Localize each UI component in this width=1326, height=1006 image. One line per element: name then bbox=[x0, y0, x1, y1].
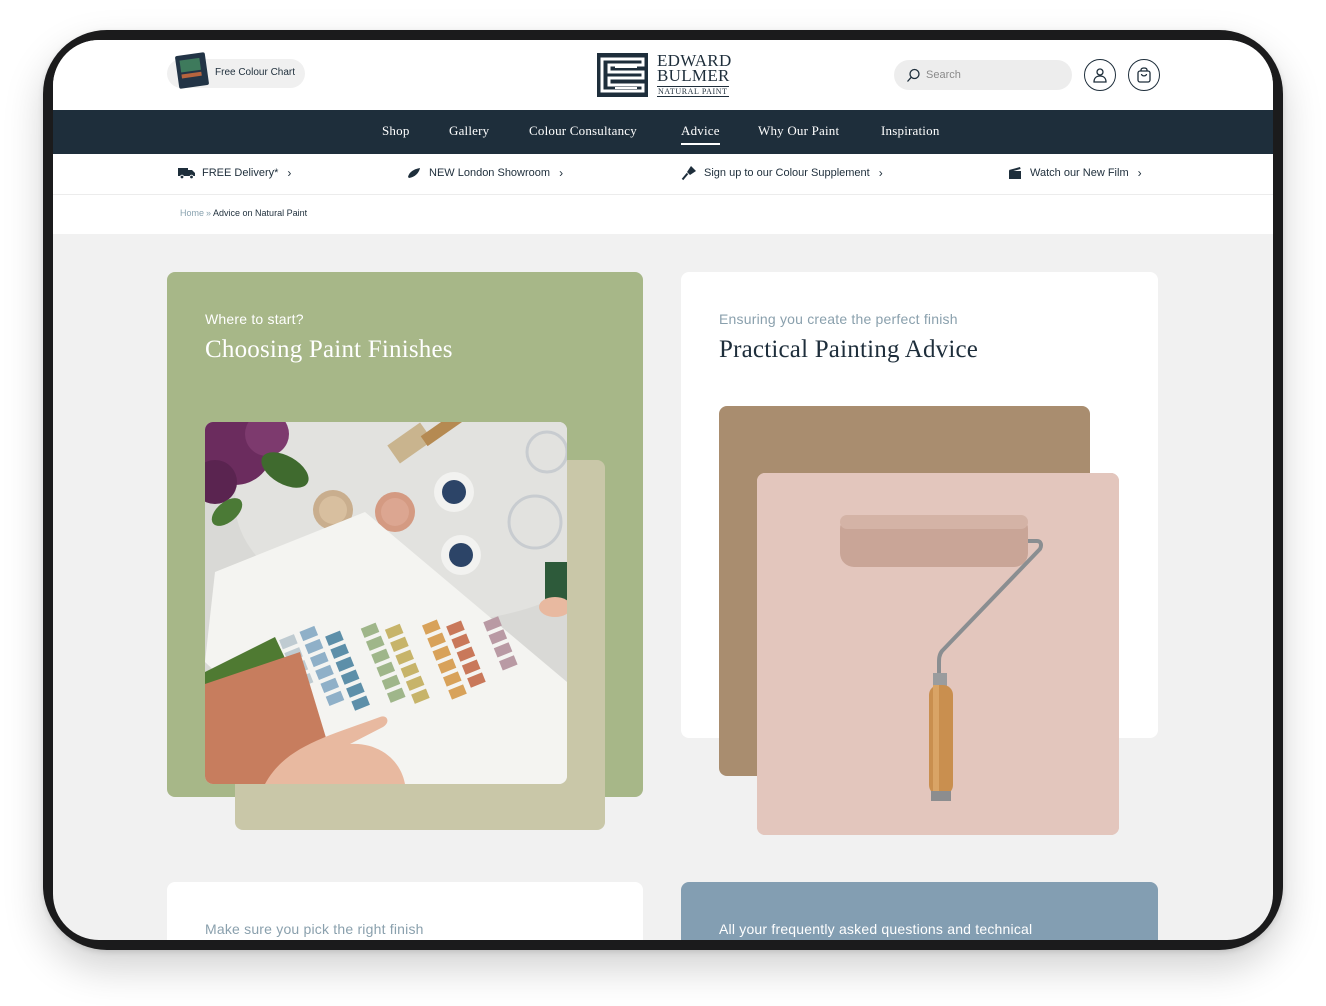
logo-text-natural-paint: NATURAL PAINT bbox=[657, 86, 729, 97]
breadcrumb-separator: » bbox=[206, 208, 212, 218]
chevron-right-icon: › bbox=[1137, 166, 1142, 180]
card-eyebrow: Where to start? bbox=[205, 311, 304, 327]
breadcrumb-current: Advice on Natural Paint bbox=[213, 208, 308, 218]
promo-colour-supplement[interactable]: Sign up to our Colour Supplement › bbox=[680, 166, 883, 181]
chevron-right-icon: › bbox=[559, 166, 564, 180]
logo-text-bulmer: BULMER bbox=[657, 66, 730, 85]
card-title: Practical Painting Advice bbox=[719, 336, 979, 363]
nav-item-inspiration[interactable]: Inspiration bbox=[881, 123, 940, 139]
chevron-right-icon: › bbox=[287, 166, 292, 180]
nav-item-advice[interactable]: Advice bbox=[681, 123, 720, 145]
basket-icon bbox=[1137, 67, 1151, 83]
promo-new-film-label: Watch our New Film bbox=[1030, 167, 1129, 179]
account-button[interactable] bbox=[1084, 59, 1116, 91]
colour-chart-photo-illustration bbox=[205, 422, 567, 784]
user-icon bbox=[1093, 68, 1107, 83]
promo-bar: FREE Delivery* › NEW London Showroom › S… bbox=[53, 154, 1273, 195]
basket-button[interactable] bbox=[1128, 59, 1160, 91]
nav-item-why-our-paint[interactable]: Why Our Paint bbox=[758, 123, 839, 139]
card-eyebrow: Ensuring you create the perfect finish bbox=[719, 311, 958, 327]
promo-free-delivery-label: FREE Delivery* bbox=[202, 167, 279, 179]
nav-item-gallery[interactable]: Gallery bbox=[449, 123, 489, 139]
chevron-right-icon: › bbox=[878, 166, 883, 180]
search-input[interactable] bbox=[926, 66, 1062, 84]
card-faq-technical[interactable]: All your frequently asked questions and … bbox=[681, 882, 1158, 940]
colour-chart-photo[interactable] bbox=[205, 422, 567, 784]
site-header: Free Colour Chart EDWARD BULMER NATURAL … bbox=[53, 40, 1273, 110]
search-box[interactable] bbox=[894, 60, 1072, 90]
colour-chart-book-icon bbox=[174, 52, 210, 89]
nav-item-colour-consultancy[interactable]: Colour Consultancy bbox=[529, 123, 637, 139]
search-icon bbox=[907, 68, 920, 82]
paint-roller-photo[interactable] bbox=[757, 473, 1119, 835]
truck-icon bbox=[178, 166, 196, 180]
brush-icon bbox=[405, 166, 423, 180]
clapperboard-icon bbox=[1006, 166, 1024, 180]
paint-roller-illustration bbox=[757, 473, 1119, 835]
promo-london-showroom-label: NEW London Showroom bbox=[429, 167, 551, 179]
promo-colour-supplement-label: Sign up to our Colour Supplement bbox=[704, 167, 870, 179]
brand-logo[interactable]: EDWARD BULMER NATURAL PAINT bbox=[597, 52, 733, 98]
card-eyebrow: Make sure you pick the right finish bbox=[205, 921, 424, 937]
browser-viewport: Free Colour Chart EDWARD BULMER NATURAL … bbox=[53, 40, 1273, 940]
card-pick-right-finish[interactable]: Make sure you pick the right finish bbox=[167, 882, 643, 940]
promo-london-showroom[interactable]: NEW London Showroom › bbox=[405, 166, 563, 180]
card-eyebrow: All your frequently asked questions and … bbox=[719, 921, 1033, 937]
breadcrumb: Home» Advice on Natural Paint bbox=[180, 208, 307, 218]
promo-new-film[interactable]: Watch our New Film › bbox=[1006, 166, 1142, 180]
main-nav: Shop Gallery Colour Consultancy Advice W… bbox=[53, 110, 1273, 154]
free-colour-chart-label: Free Colour Chart bbox=[215, 67, 296, 78]
free-colour-chart-button[interactable]: Free Colour Chart bbox=[167, 52, 305, 89]
nav-item-shop[interactable]: Shop bbox=[382, 123, 410, 139]
logo-mark-icon bbox=[597, 53, 648, 97]
card-title: Choosing Paint Finishes bbox=[205, 336, 453, 363]
breadcrumb-home-link[interactable]: Home bbox=[180, 208, 204, 218]
breadcrumb-bar: Home» Advice on Natural Paint bbox=[53, 195, 1273, 234]
paint-brush-icon bbox=[680, 166, 698, 181]
promo-free-delivery[interactable]: FREE Delivery* › bbox=[178, 166, 291, 180]
